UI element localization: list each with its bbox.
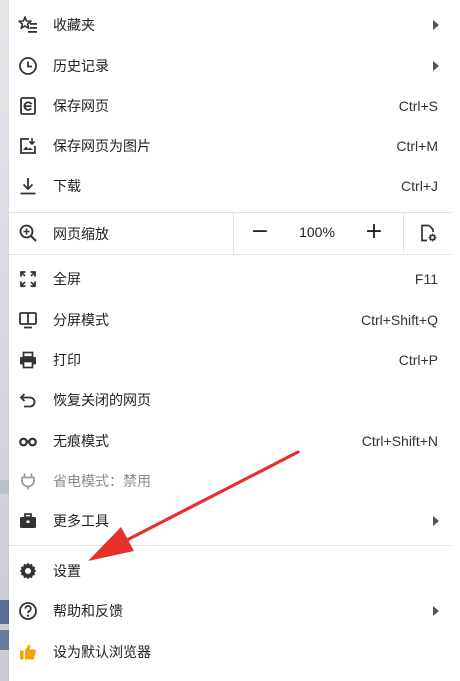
menu-item-shortcut: Ctrl+S <box>398 98 438 114</box>
power-plug-icon <box>17 470 39 492</box>
zoom-magnifier-icon <box>17 222 39 244</box>
submenu-arrow-icon <box>433 606 439 616</box>
menu-item-label: 保存网页 <box>53 99 109 115</box>
undo-icon <box>17 389 39 411</box>
zoom-in-button[interactable]: + <box>361 220 387 246</box>
save-image-icon <box>17 135 39 157</box>
menu-item-shortcut: Ctrl+M <box>396 138 438 154</box>
submenu-arrow-icon <box>433 61 439 71</box>
gear-icon <box>17 560 39 582</box>
menu-separator <box>9 545 451 546</box>
menu-item-label: 打印 <box>53 353 81 369</box>
background-edge-chip <box>0 600 9 624</box>
submenu-arrow-icon <box>433 516 439 526</box>
zoom-control-row: 网页缩放 − 100% + <box>9 213 451 253</box>
zoom-out-button[interactable]: − <box>247 220 273 246</box>
menu-item-label: 省电模式：禁用 <box>53 474 151 490</box>
menu-item-label: 历史记录 <box>53 59 109 75</box>
menu-item-save-page[interactable]: 保存网页 Ctrl+S <box>9 86 451 126</box>
menu-item-fullscreen[interactable]: 全屏 F11 <box>9 259 451 299</box>
menu-item-restore-closed[interactable]: 恢复关闭的网页 <box>9 380 451 420</box>
menu-item-help-feedback[interactable]: 帮助和反馈 <box>9 591 451 631</box>
save-page-icon <box>17 95 39 117</box>
download-icon <box>17 175 39 197</box>
toolbox-icon <box>17 510 39 532</box>
thumbs-up-icon <box>17 641 39 663</box>
menu-item-settings[interactable]: 设置 <box>9 551 451 591</box>
menu-item-save-as-image[interactable]: 保存网页为图片 Ctrl+M <box>9 126 451 166</box>
menu-item-label: 无痕模式 <box>53 434 109 450</box>
menu-item-label: 恢复关闭的网页 <box>53 393 151 409</box>
menu-item-label: 分屏模式 <box>53 313 109 329</box>
split-screen-icon <box>17 309 39 331</box>
clock-icon <box>17 55 39 77</box>
menu-item-favorites[interactable]: 收藏夹 <box>9 5 451 45</box>
background-window-edge <box>0 0 9 681</box>
zoom-label: 网页缩放 <box>53 227 109 243</box>
menu-item-label: 保存网页为图片 <box>53 139 151 155</box>
menu-item-shortcut: F11 <box>414 271 438 287</box>
menu-item-label: 帮助和反馈 <box>53 604 123 620</box>
menu-item-label: 全屏 <box>53 272 81 288</box>
zoom-divider <box>403 213 404 253</box>
menu-item-download[interactable]: 下载 Ctrl+J <box>9 166 451 206</box>
menu-item-incognito[interactable]: 无痕模式 Ctrl+Shift+N <box>9 421 451 461</box>
menu-item-set-default-browser[interactable]: 设为默认浏览器 <box>9 632 451 672</box>
menu-item-shortcut: Ctrl+Shift+Q <box>360 312 438 328</box>
menu-item-power-saving: 省电模式：禁用 <box>9 461 451 501</box>
incognito-icon <box>17 430 39 452</box>
browser-main-menu: 收藏夹 历史记录 保存网页 Ctrl+S 保存网页为图片 Ctrl+M 下载 C… <box>9 0 451 681</box>
menu-separator <box>9 254 451 255</box>
help-icon <box>17 600 39 622</box>
zoom-level-value: 100% <box>299 224 335 240</box>
printer-icon <box>17 349 39 371</box>
zoom-divider <box>233 213 234 253</box>
star-list-icon <box>17 14 39 36</box>
menu-item-shortcut: Ctrl+J <box>401 178 438 194</box>
background-edge-chip <box>0 630 9 650</box>
background-right-margin <box>451 0 460 681</box>
fullscreen-icon <box>17 268 39 290</box>
menu-item-label: 设置 <box>53 564 81 580</box>
menu-item-more-tools[interactable]: 更多工具 <box>9 501 451 541</box>
menu-item-history[interactable]: 历史记录 <box>9 46 451 86</box>
menu-item-shortcut: Ctrl+Shift+N <box>361 433 438 449</box>
menu-item-shortcut: Ctrl+P <box>398 352 438 368</box>
menu-item-label: 设为默认浏览器 <box>53 645 151 661</box>
menu-item-label: 更多工具 <box>53 514 109 530</box>
menu-item-label: 收藏夹 <box>53 18 95 34</box>
menu-item-label: 下载 <box>53 179 81 195</box>
menu-item-split-screen[interactable]: 分屏模式 Ctrl+Shift+Q <box>9 300 451 340</box>
menu-item-print[interactable]: 打印 Ctrl+P <box>9 340 451 380</box>
submenu-arrow-icon <box>433 20 439 30</box>
zoom-settings-icon[interactable] <box>417 222 439 244</box>
background-edge-chip <box>0 480 9 494</box>
